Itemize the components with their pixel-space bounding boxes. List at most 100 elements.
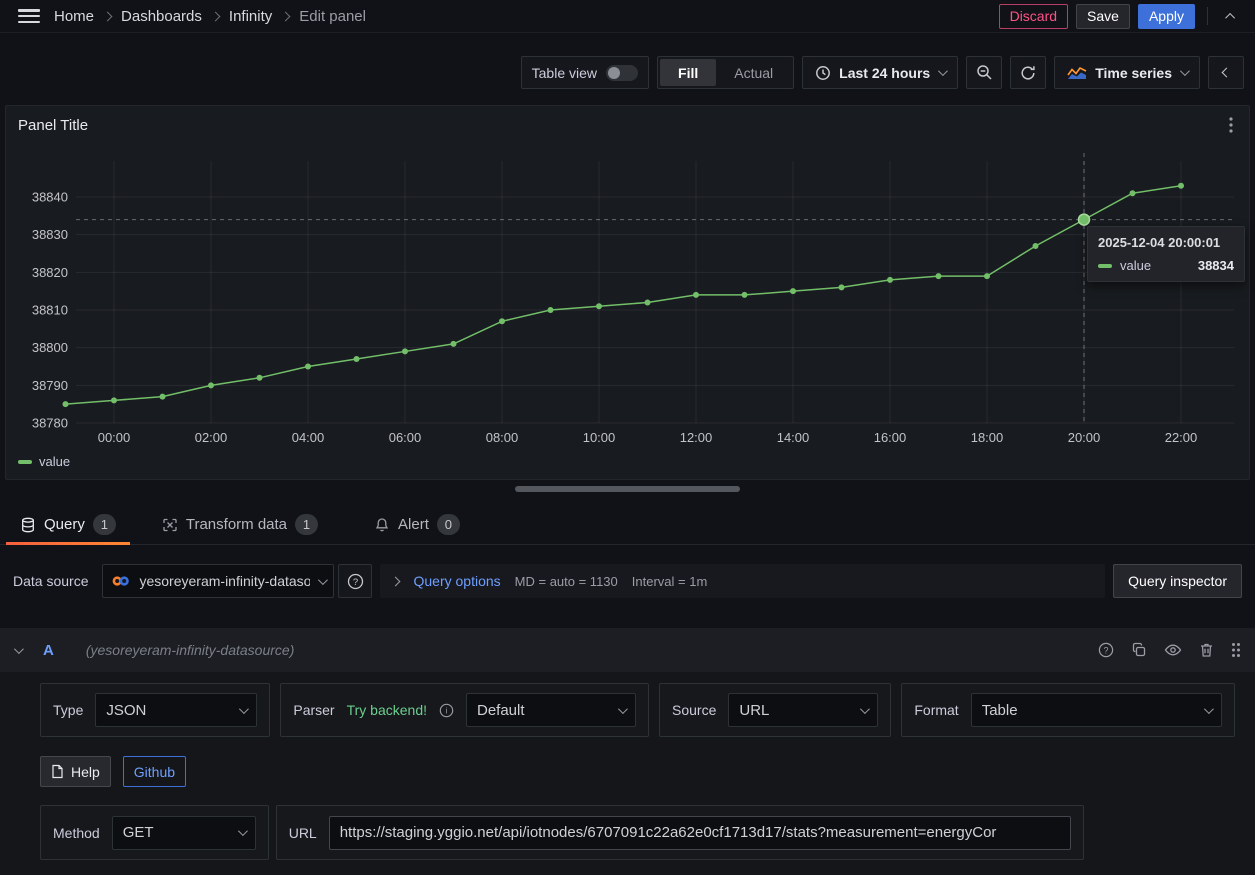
source-value: URL [739,702,769,719]
tab-alert-label: Alert [398,516,429,533]
legend-label: value [39,454,70,469]
collapse-pane-button[interactable] [1208,56,1244,89]
svg-text:02:00: 02:00 [195,430,228,445]
query-datasource-hint: (yesoreyeram-infinity-datasource) [86,642,295,658]
svg-text:38820: 38820 [32,265,68,280]
chevron-left-icon [1221,68,1231,78]
parser-value: Default [477,702,525,719]
save-button[interactable]: Save [1076,4,1130,29]
timeseries-chart[interactable]: 3878038790388003881038820388303884000:00… [6,136,1249,451]
query-editor-body: Type JSON Parser Try backend! i Default [0,672,1255,875]
zoom-out-button[interactable] [966,56,1002,89]
panel-menu-icon[interactable] [1223,115,1239,135]
panel-title[interactable]: Panel Title [18,117,88,134]
actual-option[interactable]: Actual [716,59,791,86]
question-circle-icon: ? [347,573,364,590]
divider [1207,7,1208,25]
drag-handle-icon[interactable] [1231,642,1241,658]
github-button[interactable]: Github [123,756,186,787]
pane-splitter-handle[interactable] [515,486,740,492]
breadcrumb-dashboards[interactable]: Dashboards [121,8,202,25]
format-label: Format [914,702,958,718]
grafana-edit-panel-page: Home Dashboards Infinity Edit panel Disc… [0,0,1255,875]
parser-select[interactable]: Default [466,693,636,727]
type-select[interactable]: JSON [95,693,257,727]
source-label: Source [672,702,716,718]
table-view-label: Table view [532,65,597,81]
breadcrumb: Home Dashboards Infinity Edit panel [54,8,366,25]
tab-transform-count: 1 [295,514,318,535]
breadcrumb-separator-icon [210,11,220,21]
parser-field-group: Parser Try backend! i Default [280,683,649,737]
svg-text:06:00: 06:00 [389,430,422,445]
query-row-header[interactable]: A (yesoreyeram-infinity-datasource) ? [0,628,1255,672]
series-color-swatch [1098,264,1112,268]
query-help-icon[interactable]: ? [1098,642,1114,658]
tab-alert-count: 0 [437,514,460,535]
legend-item-value[interactable]: value [18,454,70,469]
breadcrumb-edit-panel: Edit panel [299,8,366,25]
method-select[interactable]: GET [112,816,256,850]
svg-text:00:00: 00:00 [98,430,131,445]
collapse-options-icon[interactable] [1220,3,1243,29]
tab-query[interactable]: Query 1 [4,505,132,544]
fill-actual-segmented: Fill Actual [657,56,794,89]
datasource-label: Data source [13,573,88,589]
fill-option[interactable]: Fill [660,59,716,86]
breadcrumb-home[interactable]: Home [54,8,94,25]
tab-alert[interactable]: Alert 0 [358,505,476,544]
datasource-picker[interactable]: yesoreyeram-infinity-datasou [102,564,334,598]
chevron-down-icon [239,704,249,714]
url-input[interactable] [329,816,1071,850]
transform-icon [162,517,178,533]
query-options-md-summary: MD = auto = 1130 [515,574,618,589]
datasource-row: Data source yesoreyeram-infinity-datasou… [0,564,1255,598]
database-icon [20,517,36,533]
svg-text:22:00: 22:00 [1165,430,1198,445]
infinity-datasource-logo-icon [111,574,131,588]
tab-transform-data[interactable]: Transform data 1 [146,505,334,544]
source-select[interactable]: URL [728,693,878,727]
type-label: Type [53,702,83,718]
svg-text:12:00: 12:00 [680,430,713,445]
visualization-picker[interactable]: Time series [1054,56,1200,89]
format-field-group: Format Table [901,683,1234,737]
query-ref-id[interactable]: A [43,642,54,659]
help-button-label: Help [71,764,100,780]
table-view-toggle[interactable] [606,65,638,81]
svg-text:38780: 38780 [32,416,68,431]
breadcrumb-separator-icon [281,11,291,21]
document-icon [51,764,64,779]
editor-tabs: Query 1 Transform data 1 Alert 0 [0,505,1255,545]
svg-text:14:00: 14:00 [777,430,810,445]
time-range-picker[interactable]: Last 24 hours [802,56,958,89]
duplicate-query-icon[interactable] [1131,642,1147,658]
chevron-right-icon [391,576,401,586]
chevron-down-icon [318,575,328,585]
type-value: JSON [106,702,146,719]
method-value: GET [123,824,154,841]
tooltip-value: 38834 [1198,258,1234,273]
datasource-name: yesoreyeram-infinity-datasou [139,573,310,589]
format-select[interactable]: Table [971,693,1222,727]
query-options-toggle[interactable]: Query options [413,573,500,589]
info-circle-icon[interactable]: i [439,703,454,718]
tooltip-series-name: value [1120,258,1151,273]
tab-query-label: Query [44,516,85,533]
time-range-label: Last 24 hours [839,65,930,81]
refresh-button[interactable] [1010,56,1046,89]
collapse-query-icon[interactable] [14,644,24,654]
breadcrumb-infinity[interactable]: Infinity [229,8,272,25]
parser-try-backend-link[interactable]: Try backend! [347,702,427,718]
datasource-help-button[interactable]: ? [338,564,372,598]
toggle-visibility-icon[interactable] [1164,642,1182,658]
menu-toggle-icon[interactable] [18,9,40,23]
tab-transform-label: Transform data [186,516,287,533]
chevron-down-icon [1180,66,1190,76]
apply-button[interactable]: Apply [1138,4,1195,29]
discard-button[interactable]: Discard [999,4,1068,29]
query-inspector-button[interactable]: Query inspector [1113,564,1242,598]
help-button[interactable]: Help [40,756,111,787]
method-field-group: Method GET [40,805,269,860]
delete-query-icon[interactable] [1199,642,1214,658]
